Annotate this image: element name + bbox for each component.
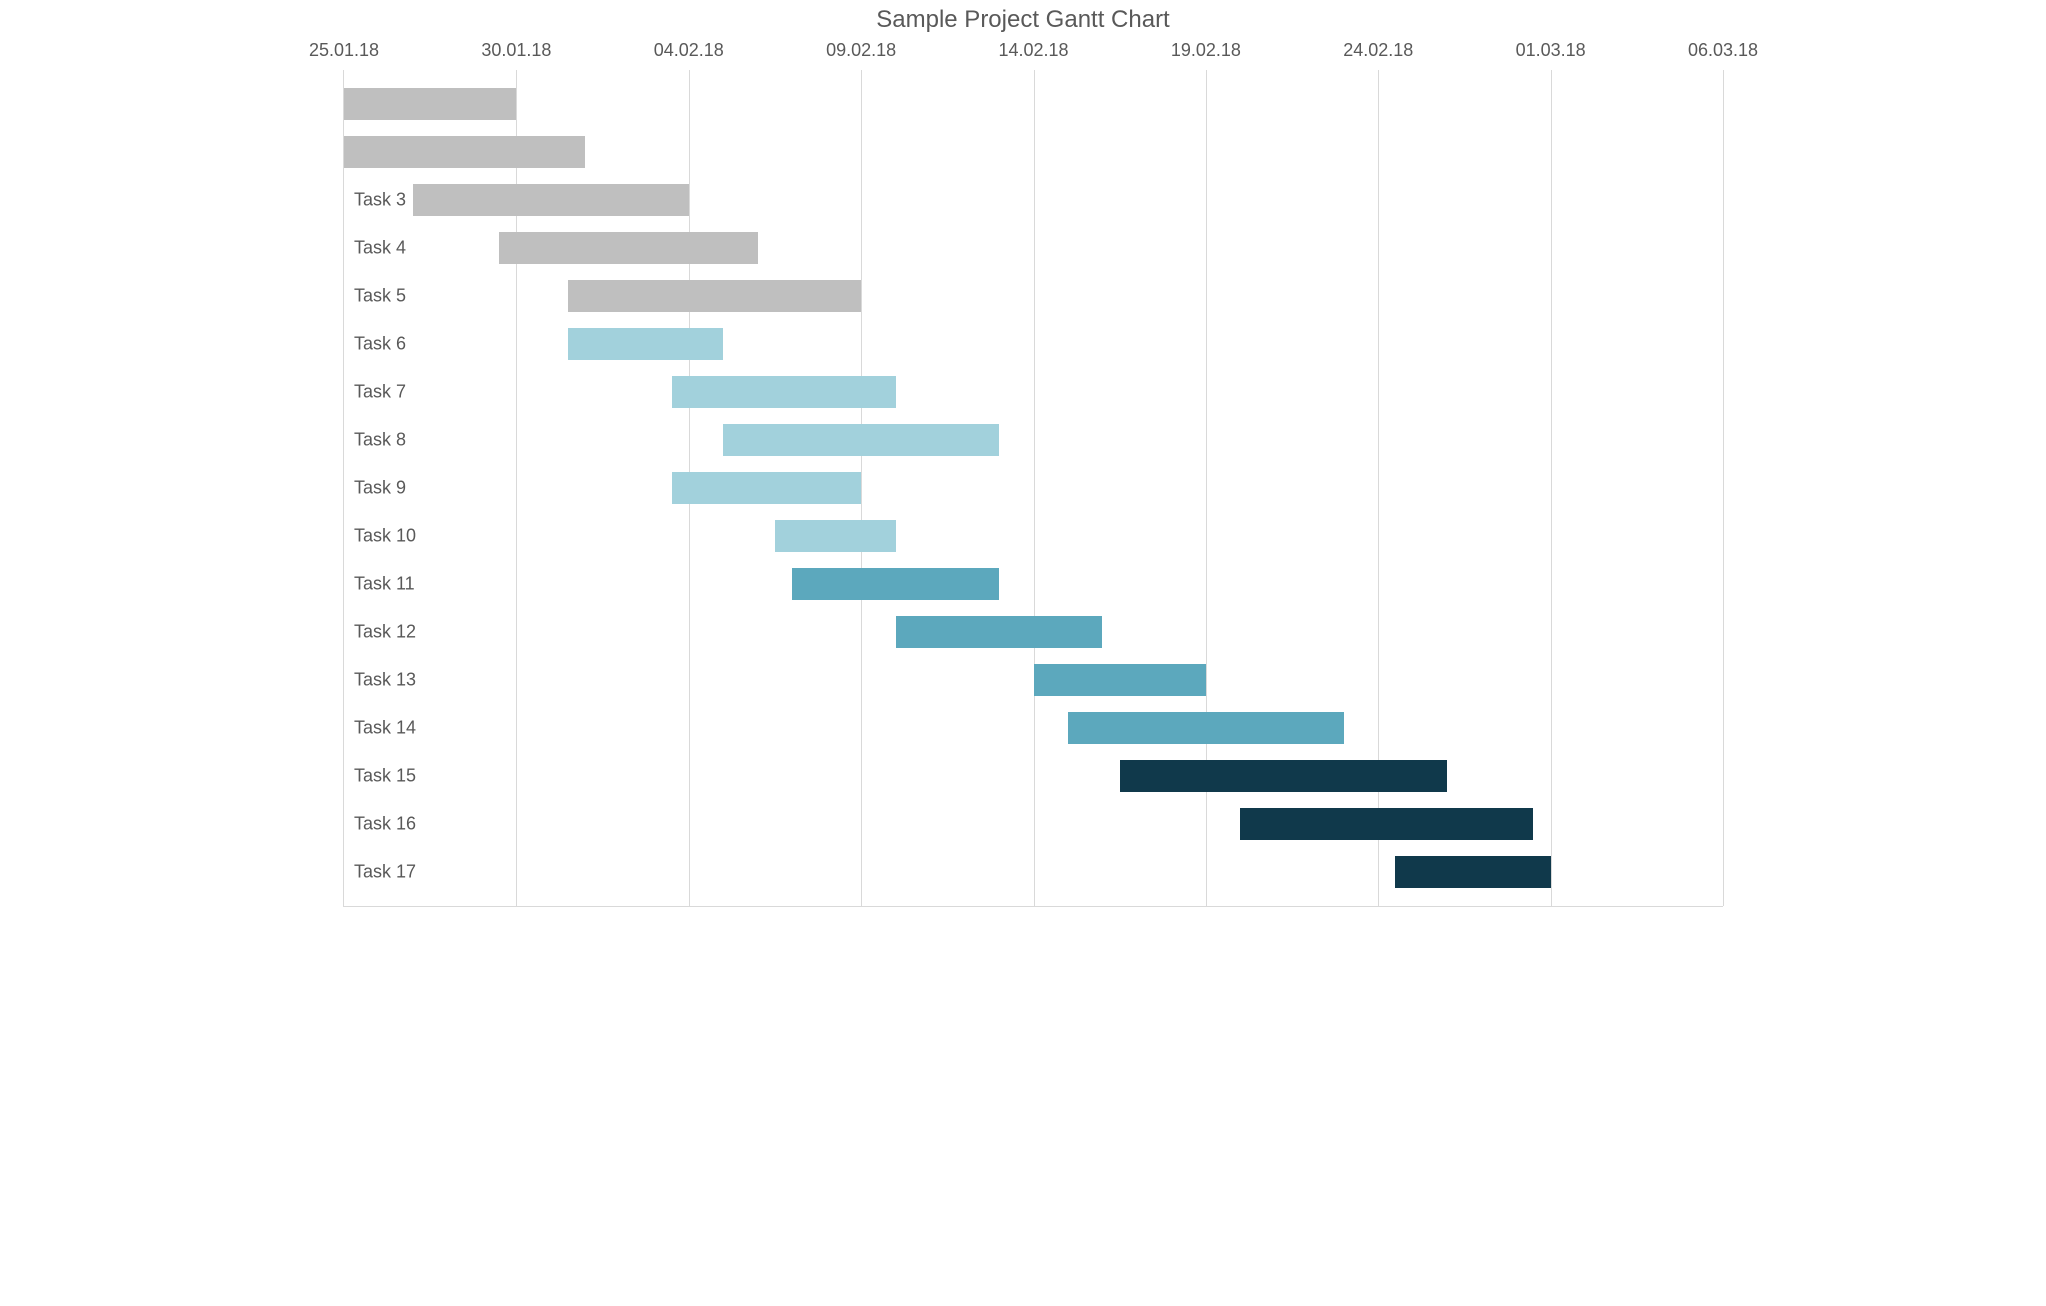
task-label: Task 12 <box>354 622 416 643</box>
task-row: Task 17 <box>344 848 1723 896</box>
task-bar <box>1240 808 1533 840</box>
task-label: Task 16 <box>354 814 416 835</box>
task-row: Task 5 <box>344 272 1723 320</box>
task-row: Task 14 <box>344 704 1723 752</box>
task-label: Task 15 <box>354 766 416 787</box>
task-label: Task 10 <box>354 526 416 547</box>
task-row: Task 1 <box>344 80 1723 128</box>
task-bar <box>1395 856 1550 888</box>
x-tick-label: 24.02.18 <box>1343 40 1413 61</box>
task-bar <box>413 184 689 216</box>
task-row: Task 9 <box>344 464 1723 512</box>
task-row: Task 8 <box>344 416 1723 464</box>
task-bar <box>1034 664 1206 696</box>
task-row: Task 3 <box>344 176 1723 224</box>
x-tick-label: 01.03.18 <box>1516 40 1586 61</box>
task-bar <box>723 424 999 456</box>
task-row: Task 6 <box>344 320 1723 368</box>
task-bar <box>344 88 516 120</box>
task-row: Task 16 <box>344 800 1723 848</box>
x-tick-label: 25.01.18 <box>309 40 379 61</box>
task-row: Task 7 <box>344 368 1723 416</box>
task-bar <box>499 232 758 264</box>
task-label: Task 8 <box>354 430 406 451</box>
task-bar <box>568 328 723 360</box>
task-row: Task 11 <box>344 560 1723 608</box>
task-label: Task 3 <box>354 190 406 211</box>
task-label: Task 5 <box>354 286 406 307</box>
task-bar <box>1068 712 1344 744</box>
task-label: Task 4 <box>354 238 406 259</box>
task-bar <box>792 568 999 600</box>
chart-title: Sample Project Gantt Chart <box>283 6 1763 34</box>
gantt-chart: Sample Project Gantt Chart 25.01.1830.01… <box>283 0 1763 960</box>
task-bar <box>344 136 585 168</box>
task-bar <box>775 520 896 552</box>
task-label: Task 9 <box>354 478 406 499</box>
task-label: Task 17 <box>354 862 416 883</box>
task-label: Task 11 <box>354 574 415 595</box>
task-bar <box>672 472 862 504</box>
task-label: Task 14 <box>354 718 416 739</box>
task-bar <box>896 616 1103 648</box>
task-label: Task 6 <box>354 334 406 355</box>
task-bar <box>568 280 861 312</box>
gridline <box>1723 70 1724 906</box>
x-tick-label: 19.02.18 <box>1171 40 1241 61</box>
task-bar <box>672 376 896 408</box>
x-tick-label: 04.02.18 <box>654 40 724 61</box>
x-tick-label: 06.03.18 <box>1688 40 1758 61</box>
task-row: Task 13 <box>344 656 1723 704</box>
task-row: Task 15 <box>344 752 1723 800</box>
task-row: Task 10 <box>344 512 1723 560</box>
task-row: Task 4 <box>344 224 1723 272</box>
task-label: Task 13 <box>354 670 416 691</box>
x-tick-label: 30.01.18 <box>481 40 551 61</box>
task-bar <box>1120 760 1448 792</box>
plot-area: 25.01.1830.01.1804.02.1809.02.1814.02.18… <box>343 70 1723 907</box>
task-row: Task 2 <box>344 128 1723 176</box>
x-tick-label: 09.02.18 <box>826 40 896 61</box>
task-label: Task 7 <box>354 382 406 403</box>
task-row: Task 12 <box>344 608 1723 656</box>
x-tick-label: 14.02.18 <box>998 40 1068 61</box>
